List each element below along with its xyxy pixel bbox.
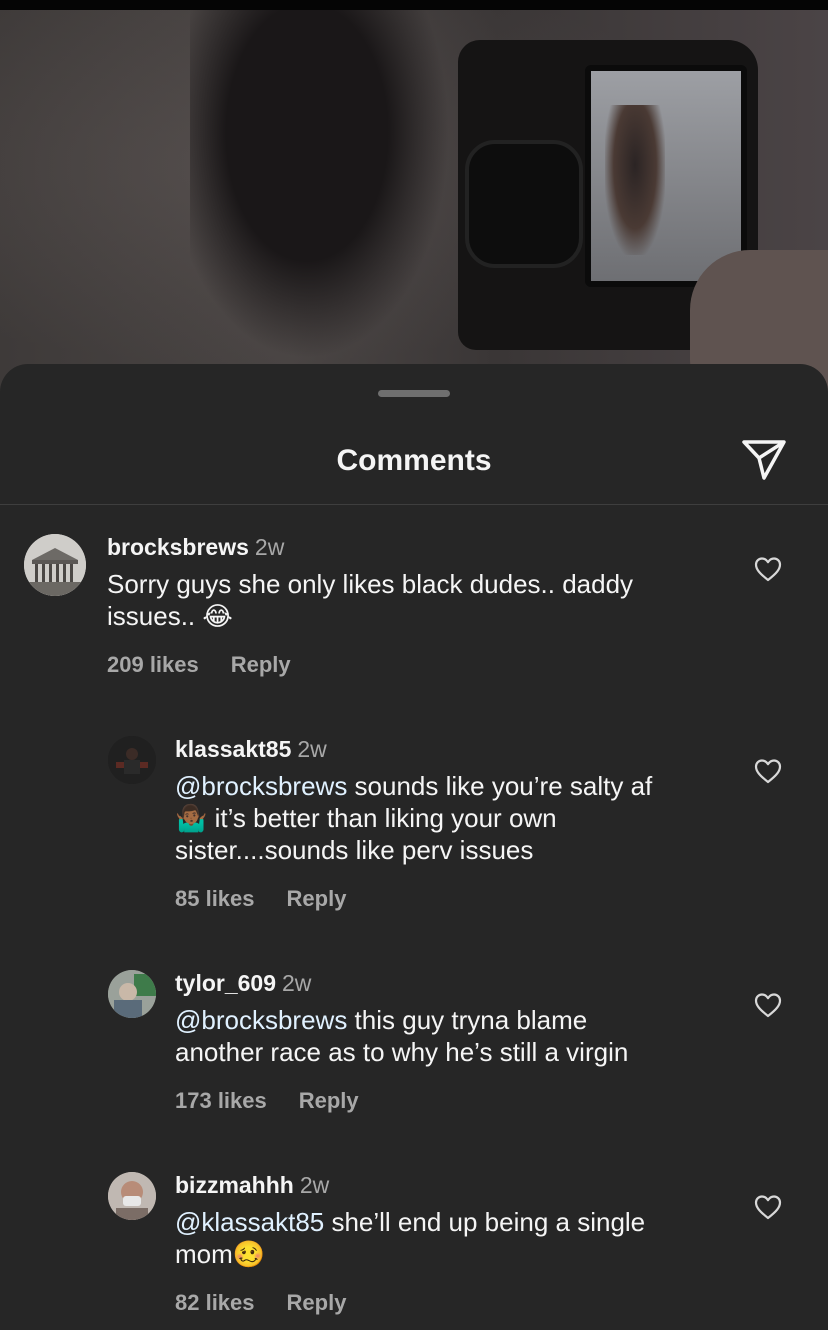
username[interactable]: bizzmahhh <box>175 1172 294 1198</box>
timestamp: 2w <box>282 970 312 996</box>
reply-button[interactable]: Reply <box>287 1290 347 1315</box>
username[interactable]: tylor_609 <box>175 970 276 996</box>
comment-line-text: sounds like you’re salty af <box>347 771 653 801</box>
comment-header: brocksbrews 2w <box>107 534 284 561</box>
woozy-emoji-icon: 🥴 <box>232 1239 266 1269</box>
mention-link[interactable]: @brocksbrews <box>175 771 347 801</box>
header-divider <box>0 504 828 505</box>
comment-line-text: this guy tryna blame <box>347 1005 588 1035</box>
mention-link[interactable]: @klassakt85 <box>175 1207 324 1237</box>
comment-line: Sorry guys she only likes black dudes.. … <box>107 569 634 599</box>
username[interactable]: klassakt85 <box>175 736 291 762</box>
reply-button[interactable]: Reply <box>231 652 291 677</box>
shrug-emoji-icon: 🤷🏾‍♂️ <box>175 803 208 833</box>
comment-line: another race as to why he’s still a virg… <box>175 1037 629 1067</box>
comment-text: @brocksbrews sounds like you’re salty af… <box>175 770 735 866</box>
reply-button[interactable]: Reply <box>299 1088 359 1113</box>
comment-line: @brocksbrews this guy tryna blame <box>175 1004 735 1036</box>
comment-header: bizzmahhh 2w <box>175 1172 329 1199</box>
comment-line: @brocksbrews sounds like you’re salty af <box>175 770 735 802</box>
status-bar <box>0 0 828 10</box>
timestamp: 2w <box>254 534 285 560</box>
likes-count[interactable]: 209 likes <box>107 652 199 677</box>
comment-meta: 173 likes Reply <box>175 1088 359 1114</box>
avatar[interactable] <box>108 1172 156 1220</box>
comment-line-text: it’s better than liking your own <box>207 803 557 833</box>
likes-count[interactable]: 82 likes <box>175 1290 255 1315</box>
camera-screen-figure <box>605 105 665 255</box>
comment-line: @klassakt85 she’ll end up being a single <box>175 1206 735 1238</box>
avatar[interactable] <box>108 736 156 784</box>
likes-count[interactable]: 85 likes <box>175 886 255 911</box>
mention-link[interactable]: @brocksbrews <box>175 1005 347 1035</box>
building-avatar-icon <box>24 534 86 596</box>
heart-icon[interactable] <box>754 556 782 582</box>
comment-line: mom🥴 <box>175 1238 735 1270</box>
comments-sheet: Comments brocksbrews 2w Sorry guys she o… <box>0 364 828 1330</box>
comment-header: klassakt85 2w <box>175 736 327 763</box>
comment-line: issues.. 😂 <box>107 600 727 632</box>
heart-icon[interactable] <box>754 1194 782 1220</box>
share-icon[interactable] <box>740 438 788 482</box>
comment-line-text: she’ll end up being a single <box>324 1207 646 1237</box>
person-avatar-icon <box>108 1172 156 1220</box>
video-background <box>0 0 828 400</box>
comment-text: @klassakt85 she’ll end up being a single… <box>175 1206 735 1270</box>
comment-line-text: mom <box>175 1239 233 1269</box>
likes-count[interactable]: 173 likes <box>175 1088 267 1113</box>
comment-meta: 209 likes Reply <box>107 652 291 678</box>
video-figure <box>190 10 450 360</box>
drag-handle[interactable] <box>378 390 450 397</box>
comment-text: Sorry guys she only likes black dudes.. … <box>107 568 727 632</box>
comment-line: 🤷🏾‍♂️ it’s better than liking your own <box>175 802 735 834</box>
person-avatar-icon <box>108 736 156 784</box>
comment-meta: 85 likes Reply <box>175 886 346 912</box>
heart-icon[interactable] <box>754 758 782 784</box>
avatar[interactable] <box>108 970 156 1018</box>
comment-line-text: issues.. <box>107 601 203 631</box>
person-avatar-icon <box>108 970 156 1018</box>
timestamp: 2w <box>299 1172 330 1198</box>
avatar[interactable] <box>24 534 86 596</box>
camera-viewfinder <box>465 140 583 268</box>
comment-header: tylor_609 2w <box>175 970 311 997</box>
comment-meta: 82 likes Reply <box>175 1290 346 1316</box>
heart-icon[interactable] <box>754 992 782 1018</box>
username[interactable]: brocksbrews <box>107 534 249 560</box>
reply-button[interactable]: Reply <box>287 886 347 911</box>
comment-text: @brocksbrews this guy tryna blame anothe… <box>175 1004 735 1068</box>
sheet-title: Comments <box>336 444 492 477</box>
timestamp: 2w <box>297 736 327 762</box>
laughing-emoji-icon: 😂 <box>202 601 233 631</box>
comment-line: sister....sounds like perv issues <box>175 835 534 865</box>
